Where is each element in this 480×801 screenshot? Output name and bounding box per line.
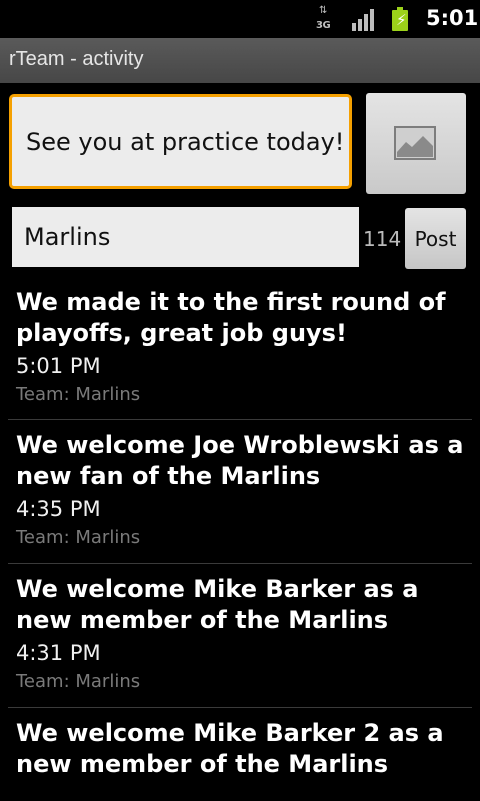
list-item[interactable]: We made it to the first round of playoff… [0,283,480,420]
list-item[interactable]: We welcome Mike Barker as a new member o… [0,564,480,708]
battery-charging-icon: ⚡ [392,7,408,31]
status-bar: ⇅ 3G ⚡ 5:01 [0,0,480,38]
activity-time: 5:01 PM [16,354,101,378]
status-clock: 5:01 [426,6,479,30]
activity-team: Team: Marlins [16,671,141,692]
activity-text: We welcome Mike Barker 2 as a new member… [16,719,444,778]
activity-team: Team: Marlins [16,527,141,548]
activity-time: 4:35 PM [16,497,101,521]
char-counter: 114 [363,227,402,251]
message-input[interactable]: See you at practice today! [9,94,352,189]
activity-feed: We made it to the first round of playoff… [0,283,480,801]
title-bar: rTeam - activity [0,38,480,83]
image-icon [394,126,436,160]
activity-text: We welcome Mike Barker as a new member o… [16,575,419,634]
signal-icon [352,9,376,31]
list-item[interactable]: We welcome Mike Barker 2 as a new member… [0,708,480,801]
activity-text: We made it to the first round of playoff… [16,288,446,347]
activity-team: Team: Marlins [16,384,141,405]
activity-text: We welcome Joe Wroblewski as a new fan o… [16,431,464,490]
list-item[interactable]: We welcome Joe Wroblewski as a new fan o… [0,420,480,564]
window-title: rTeam - activity [9,48,144,70]
attach-image-button[interactable] [366,93,466,194]
post-button[interactable]: Post [405,208,466,269]
3g-data-icon: ⇅ 3G [316,5,331,32]
team-input[interactable]: Marlins [12,207,359,267]
activity-time: 4:31 PM [16,641,101,665]
